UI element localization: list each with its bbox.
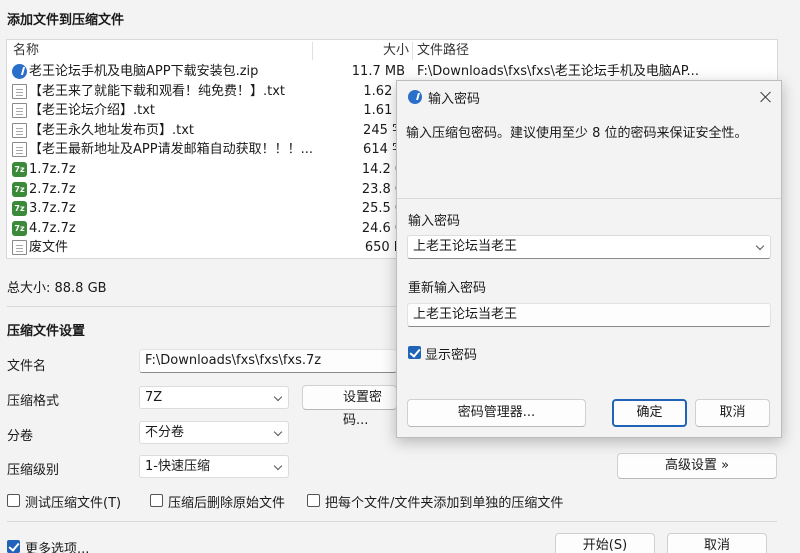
chevron-down-icon: [273, 392, 283, 402]
seven-zip-icon: [12, 220, 27, 236]
confirm-password-label: 重新输入密码: [408, 281, 487, 296]
column-name-header[interactable]: 名称: [13, 40, 39, 62]
file-row[interactable]: 老王论坛手机及电脑APP下载安装包.zip 11.7 MB F:\Downloads…: [7, 62, 777, 82]
seven-zip-icon: [12, 201, 27, 217]
show-password-label: 显示密码: [425, 348, 478, 363]
filename-input[interactable]: F:\Downloads\fxs\fxs\fxs.7z: [139, 349, 397, 373]
file-name: 4.7z.7z: [29, 220, 76, 236]
chevron-down-icon: [273, 461, 283, 471]
close-icon[interactable]: [759, 90, 773, 104]
column-size-header[interactable]: 大小: [379, 40, 409, 62]
file-name: 【老王最新地址及APP请发邮箱自动获取！！！...: [29, 142, 313, 158]
seven-zip-icon: [12, 162, 27, 177]
file-name: 2.7z.7z: [29, 181, 76, 197]
file-size: 11.7 MB: [351, 64, 405, 79]
settings-heading: 压缩文件设置: [7, 324, 86, 339]
seven-zip-icon: [12, 181, 27, 197]
divider: [7, 521, 777, 522]
password-label: 输入密码: [408, 214, 461, 229]
filename-label: 文件名: [7, 359, 47, 374]
column-path-header[interactable]: 文件路径: [417, 40, 469, 62]
more-options-label: 更多选项...: [25, 542, 90, 553]
dialog-cancel-button[interactable]: 取消: [695, 399, 770, 427]
total-size: 总大小: 88.8 GB: [7, 281, 107, 296]
window-title: 添加文件到压缩文件: [7, 13, 125, 28]
file-size: 23.8 G: [361, 181, 405, 197]
ok-button[interactable]: 确定: [612, 399, 687, 427]
divider: [7, 306, 397, 307]
format-select[interactable]: 7Z: [139, 386, 289, 409]
document-icon: [12, 122, 27, 138]
level-select[interactable]: 1-快速压缩: [139, 455, 289, 478]
format-label: 压缩格式: [7, 394, 60, 409]
separate-archives-checkbox[interactable]: [307, 494, 320, 507]
split-label: 分卷: [7, 429, 34, 444]
password-manager-button[interactable]: 密码管理器...: [407, 399, 586, 427]
file-size: 14.2 G: [361, 162, 405, 177]
file-name: 废文件: [29, 240, 69, 256]
file-name: 3.7z.7z: [29, 201, 76, 217]
file-name: 【老王永久地址发布页】.txt: [29, 122, 195, 138]
format-select-value: 7Z: [145, 390, 163, 405]
document-icon: [12, 142, 27, 158]
file-size: 1.61 K: [363, 103, 405, 119]
file-size: 1.62 K: [363, 83, 405, 99]
file-size: 650 M: [364, 240, 405, 256]
archive-icon: [12, 64, 27, 79]
show-password-checkbox[interactable]: [408, 346, 421, 359]
set-password-button[interactable]: 设置密码...: [302, 385, 397, 428]
file-size: 24.6 G: [361, 220, 405, 236]
delete-after-label: 压缩后删除原始文件: [168, 496, 286, 511]
chevron-down-icon: [273, 427, 283, 437]
file-size: 245 字: [363, 122, 405, 138]
file-name: 【老王论坛介绍】.txt: [29, 103, 156, 119]
document-icon: [12, 103, 27, 119]
split-select[interactable]: 不分卷: [139, 421, 289, 444]
password-dialog: 输入密码 输入压缩包密码。建议使用至少 8 位的密码来保证安全性。 输入密码 上…: [396, 80, 782, 438]
start-button[interactable]: 开始(S): [555, 533, 655, 553]
file-size: 25.5 G: [361, 201, 405, 217]
file-name: 【老王来了就能下载和观看！纯免费！】.txt: [29, 83, 286, 99]
main-cancel-button[interactable]: 取消: [667, 533, 767, 553]
document-icon: [12, 240, 27, 256]
password-input[interactable]: 上老王论坛当老王: [407, 235, 771, 259]
password-input-value: 上老王论坛当老王: [413, 239, 518, 254]
document-icon: [12, 83, 27, 99]
file-name: 1.7z.7z: [29, 162, 76, 177]
delete-after-checkbox[interactable]: [150, 494, 163, 507]
file-name: 老王论坛手机及电脑APP下载安装包.zip: [29, 64, 259, 79]
column-separator: [312, 42, 313, 60]
file-size: 614 字: [363, 142, 405, 158]
file-path: F:\Downloads\fxs\fxs\老王论坛手机及电脑AP...: [417, 64, 699, 79]
confirm-password-input[interactable]: 上老王论坛当老王: [407, 303, 771, 327]
test-archive-label: 测试压缩文件(T): [25, 496, 122, 511]
advanced-settings-button[interactable]: 高级设置 »: [617, 453, 777, 479]
more-options-checkbox[interactable]: [7, 540, 20, 553]
dialog-description: 输入压缩包密码。建议使用至少 8 位的密码来保证安全性。: [406, 126, 748, 141]
dialog-title: 输入密码: [428, 92, 481, 107]
divider: [397, 198, 781, 199]
level-select-value: 1-快速压缩: [145, 459, 210, 474]
column-separator: [412, 42, 413, 60]
test-archive-checkbox[interactable]: [7, 494, 20, 507]
separate-archives-label: 把每个文件/文件夹添加到单独的压缩文件: [325, 496, 564, 511]
level-label: 压缩级别: [7, 463, 60, 478]
app-logo-icon: [408, 90, 422, 104]
chevron-down-icon[interactable]: [755, 241, 765, 251]
split-select-value: 不分卷: [145, 425, 185, 440]
